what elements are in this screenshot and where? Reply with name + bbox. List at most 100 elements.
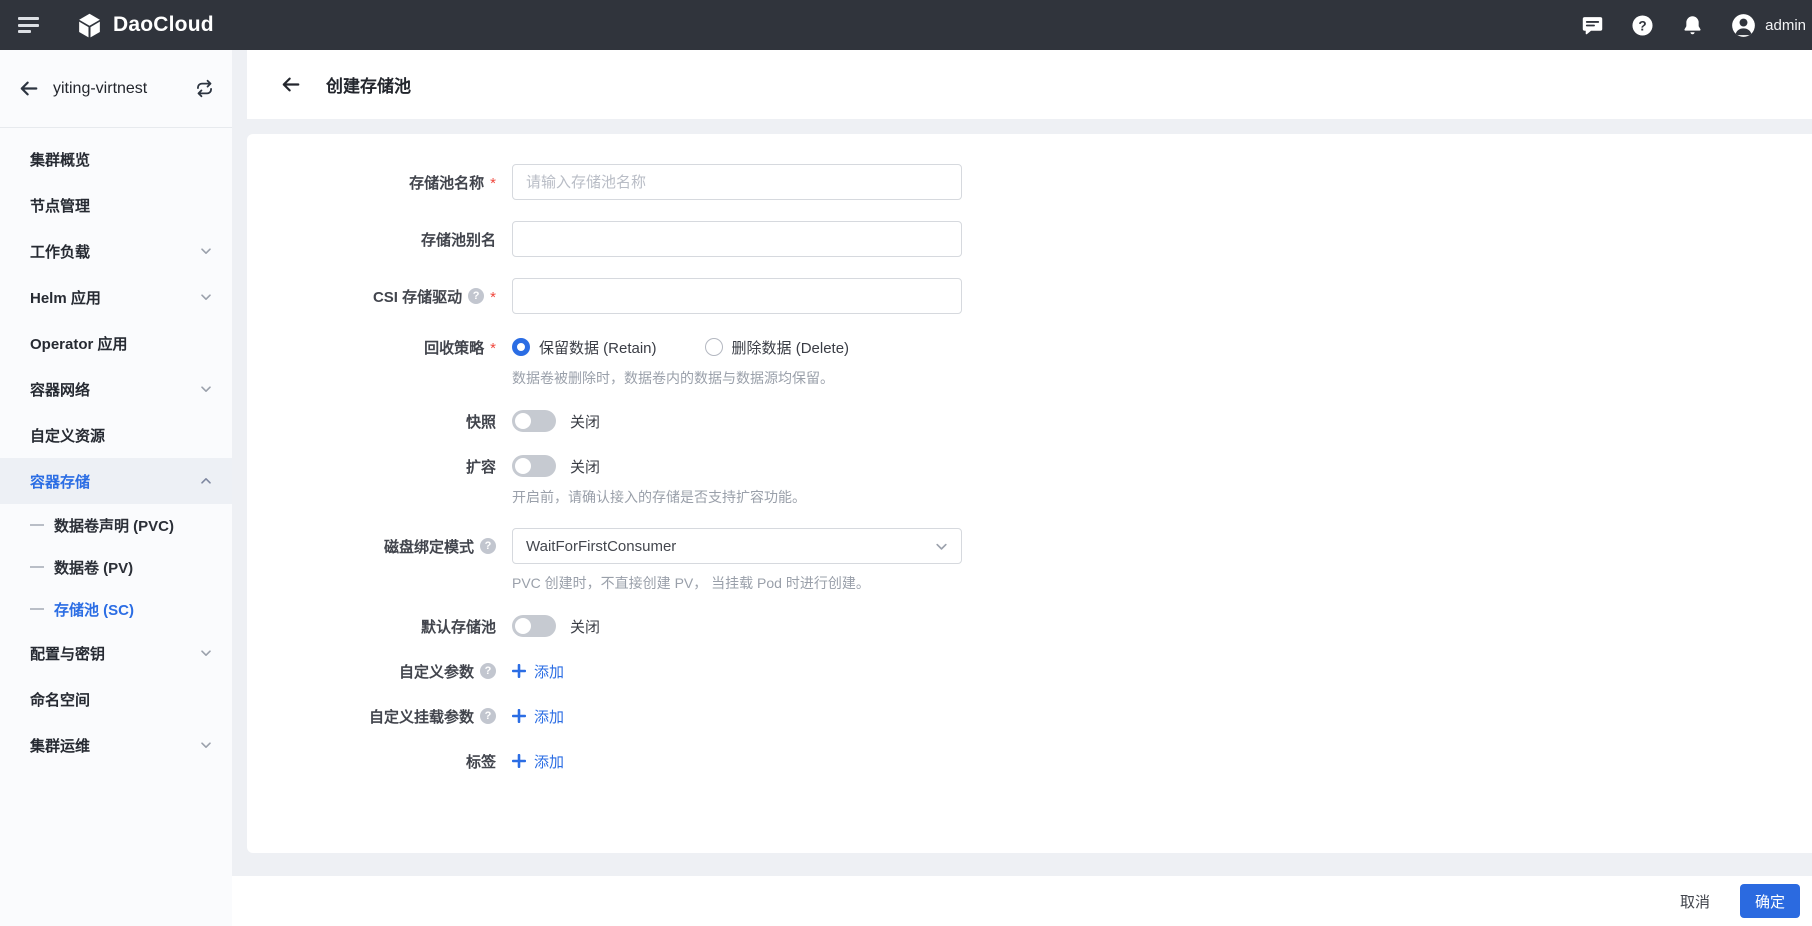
expansion-hint: 开启前，请确认接入的存储是否支持扩容功能。: [512, 489, 806, 505]
radio-retain[interactable]: 保留数据 (Retain): [512, 337, 657, 358]
add-label-button[interactable]: 添加: [512, 749, 564, 773]
field-expansion: 扩容 关闭 开启前，请确认接入的存储是否支持扩容功能。: [281, 454, 1812, 507]
reclaim-policy-options: 保留数据 (Retain) 删除数据 (Delete): [512, 335, 849, 359]
create-storage-pool-form: 存储池名称 * 存储池别名 CSI 存储驱动 ? *: [247, 134, 1812, 853]
sidebar-item-cluster-ops[interactable]: 集群运维: [0, 722, 232, 768]
radio-delete[interactable]: 删除数据 (Delete): [704, 337, 849, 358]
custom-mount-params-label: 自定义挂载参数: [368, 708, 474, 726]
field-custom-params: 自定义参数 ? 添加: [281, 659, 1812, 683]
cluster-back-icon[interactable]: [18, 78, 39, 99]
sidebar-item-custom-resources[interactable]: 自定义资源: [0, 412, 232, 458]
default-pool-state: 关闭: [570, 618, 601, 636]
brand-cube-icon: [76, 12, 103, 39]
sidebar-item-config-secrets[interactable]: 配置与密钥: [0, 630, 232, 676]
bell-icon[interactable]: [1681, 14, 1704, 37]
expansion-state: 关闭: [570, 458, 601, 476]
page-back-icon[interactable]: [280, 74, 301, 95]
binding-mode-label: 磁盘绑定模式: [383, 538, 474, 556]
topbar: DaoCloud ? admin: [0, 0, 1812, 50]
sidebar-menu: 集群概览 节点管理 工作负载 Helm 应用 Operator 应用 容器网络: [0, 128, 232, 768]
message-icon[interactable]: [1581, 14, 1604, 37]
chevron-down-icon: [200, 245, 212, 257]
expansion-toggle[interactable]: [512, 455, 556, 477]
confirm-button[interactable]: 确定: [1739, 884, 1800, 918]
help-icon[interactable]: ?: [480, 538, 496, 554]
chevron-down-icon: [200, 291, 212, 303]
cluster-name: yiting-virtnest: [53, 79, 148, 97]
sidebar-cluster-header: yiting-virtnest: [0, 50, 232, 128]
field-snapshot: 快照 关闭: [281, 409, 1812, 433]
brand-name: DaoCloud: [113, 13, 214, 36]
field-pool-name: 存储池名称 *: [281, 164, 1812, 200]
help-icon[interactable]: ?: [480, 708, 496, 724]
pool-alias-label: 存储池别名: [420, 231, 496, 249]
snapshot-label: 快照: [465, 413, 496, 431]
hamburger-icon[interactable]: [18, 17, 40, 33]
plus-icon: [512, 709, 526, 723]
user-avatar: [1731, 13, 1756, 38]
pool-name-input[interactable]: [512, 164, 962, 200]
page-header: 创建存储池: [247, 50, 1812, 119]
sidebar-item-cluster-overview[interactable]: 集群概览: [0, 136, 232, 182]
binding-mode-select[interactable]: WaitForFirstConsumer: [512, 528, 962, 564]
sidebar-item-pv[interactable]: 数据卷 (PV): [0, 546, 232, 588]
sidebar-item-pvc[interactable]: 数据卷声明 (PVC): [0, 504, 232, 546]
chevron-down-icon: [935, 540, 948, 553]
sidebar: yiting-virtnest 集群概览 节点管理 工作负载 Helm 应用 O…: [0, 50, 232, 926]
sidebar-item-container-network[interactable]: 容器网络: [0, 366, 232, 412]
field-custom-mount-params: 自定义挂载参数 ? 添加: [281, 704, 1812, 728]
add-custom-mount-param-button[interactable]: 添加: [512, 704, 564, 728]
chevron-up-icon: [200, 475, 212, 487]
snapshot-toggle[interactable]: [512, 410, 556, 432]
chevron-down-icon: [200, 383, 212, 395]
switch-cluster-icon[interactable]: [195, 79, 214, 98]
field-default-pool: 默认存储池 关闭: [281, 614, 1812, 638]
field-pool-alias: 存储池别名: [281, 221, 1812, 257]
reclaim-policy-label: 回收策略: [424, 339, 485, 357]
plus-icon: [512, 754, 526, 768]
required-marker: *: [490, 340, 496, 357]
radio-selected-icon: [512, 338, 530, 356]
sidebar-item-operator-apps[interactable]: Operator 应用: [0, 320, 232, 366]
help-icon[interactable]: ?: [1631, 14, 1654, 37]
sidebar-item-node-management[interactable]: 节点管理: [0, 182, 232, 228]
dash-icon: [30, 524, 44, 526]
sidebar-item-container-storage[interactable]: 容器存储: [0, 458, 232, 504]
expansion-label: 扩容: [465, 458, 496, 476]
field-binding-mode: 磁盘绑定模式 ? WaitForFirstConsumer PVC 创建时，不直…: [281, 528, 1812, 593]
sidebar-item-helm-apps[interactable]: Helm 应用: [0, 274, 232, 320]
dash-icon: [30, 566, 44, 568]
cancel-button[interactable]: 取消: [1680, 891, 1710, 912]
brand-logo[interactable]: DaoCloud: [76, 12, 214, 39]
dash-icon: [30, 608, 44, 610]
binding-mode-value: WaitForFirstConsumer: [526, 537, 677, 555]
help-icon[interactable]: ?: [468, 288, 485, 304]
sidebar-item-sc[interactable]: 存储池 (SC): [0, 588, 232, 630]
binding-mode-hint: PVC 创建时，不直接创建 PV， 当挂载 Pod 时进行创建。: [512, 575, 870, 591]
required-marker: *: [490, 289, 496, 306]
help-icon[interactable]: ?: [480, 663, 496, 679]
sidebar-item-namespaces[interactable]: 命名空间: [0, 676, 232, 722]
svg-text:?: ?: [1638, 18, 1646, 33]
user-menu[interactable]: admin: [1731, 13, 1806, 38]
snapshot-state: 关闭: [570, 413, 601, 431]
topbar-actions: ? admin: [1581, 13, 1806, 38]
radio-unselected-icon: [704, 338, 723, 356]
pool-name-label: 存储池名称: [409, 174, 485, 192]
labels-label: 标签: [465, 753, 496, 771]
plus-icon: [512, 664, 526, 678]
reclaim-policy-hint: 数据卷被删除时，数据卷内的数据与数据源均保留。: [512, 370, 834, 386]
add-custom-param-button[interactable]: 添加: [512, 659, 564, 683]
field-labels: 标签 添加: [281, 749, 1812, 773]
required-marker: *: [490, 175, 496, 192]
chevron-down-icon: [200, 647, 212, 659]
user-name: admin: [1765, 16, 1806, 34]
sidebar-item-workloads[interactable]: 工作负载: [0, 228, 232, 274]
page-title: 创建存储池: [326, 77, 411, 96]
form-action-bar: 取消 确定: [232, 876, 1812, 926]
default-pool-toggle[interactable]: [512, 615, 556, 637]
field-csi-driver: CSI 存储驱动 ? *: [281, 278, 1812, 314]
pool-alias-input[interactable]: [512, 221, 962, 257]
main-content: 创建存储池 存储池名称 * 存储池别名 CSI 存储驱动: [232, 50, 1812, 876]
csi-driver-input[interactable]: [512, 278, 962, 314]
